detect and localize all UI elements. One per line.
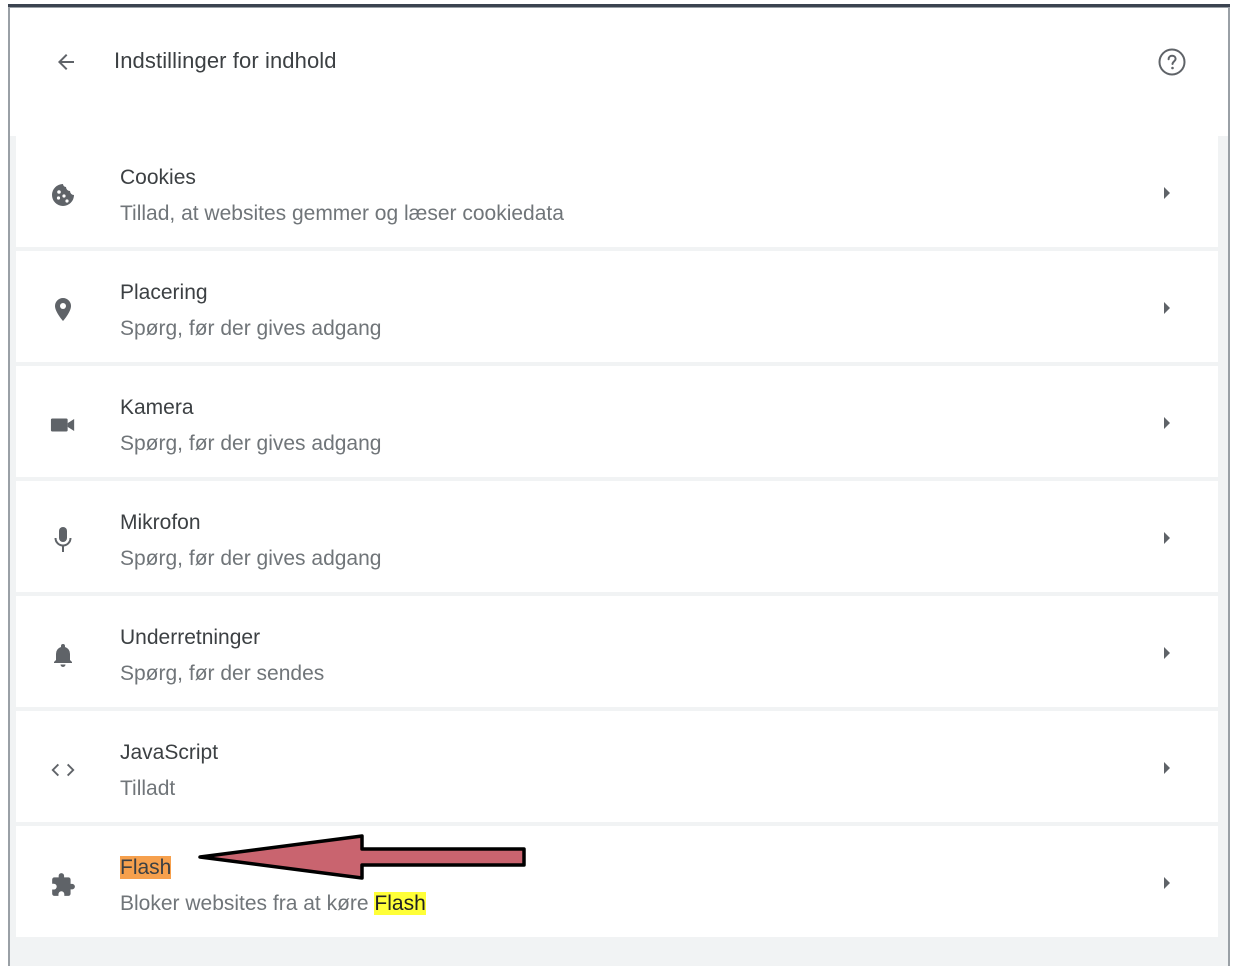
- annotation-arrow-icon: [198, 834, 526, 880]
- row-subtitle: Tilladt: [120, 777, 176, 800]
- chevron-right-icon: [1160, 531, 1174, 545]
- window-top-border: [8, 4, 1230, 7]
- chevron-right-icon: [1160, 186, 1174, 200]
- row-subtitle: Spørg, før der gives adgang: [120, 317, 382, 340]
- back-button[interactable]: [50, 46, 82, 78]
- arrow-back-icon: [58, 54, 74, 70]
- row-title: Kamera: [120, 396, 194, 419]
- puzzle-piece-icon: [50, 872, 76, 898]
- row-title: Mikrofon: [120, 511, 201, 534]
- row-subtitle: Spørg, før der gives adgang: [120, 547, 382, 570]
- help-button[interactable]: [1156, 46, 1188, 78]
- flash-title-highlight: Flash: [120, 856, 172, 879]
- row-subtitle: Spørg, før der sendes: [120, 662, 325, 685]
- microphone-icon: [50, 527, 76, 553]
- settings-row-cookies[interactable]: Cookies Tillad, at websites gemmer og læ…: [16, 136, 1218, 247]
- camera-icon: [50, 412, 76, 438]
- chevron-right-icon: [1160, 301, 1174, 315]
- settings-row-camera[interactable]: Kamera Spørg, før der gives adgang: [16, 366, 1218, 477]
- flash-subtitle-text: Bloker websites fra at køre: [120, 892, 375, 915]
- row-subtitle: Bloker websites fra at køre Flash: [120, 892, 426, 916]
- settings-row-microphone[interactable]: Mikrofon Spørg, før der gives adgang: [16, 481, 1218, 592]
- bell-icon: [50, 642, 76, 668]
- page-title: Indstillinger for indhold: [114, 48, 337, 73]
- page-header: Indstillinger for indhold: [10, 8, 1228, 136]
- settings-row-notifications[interactable]: Underretninger Spørg, før der sendes: [16, 596, 1218, 707]
- row-title: Placering: [120, 281, 208, 304]
- row-title: Underretninger: [120, 626, 261, 649]
- chevron-right-icon: [1160, 646, 1174, 660]
- settings-row-location[interactable]: Placering Spørg, før der gives adgang: [16, 251, 1218, 362]
- row-title: Cookies: [120, 166, 196, 189]
- code-brackets-icon: [50, 757, 76, 783]
- cookie-icon: [50, 182, 76, 208]
- flash-subtitle-highlight: Flash: [374, 892, 426, 915]
- row-title: JavaScript: [120, 741, 219, 764]
- chevron-right-icon: [1160, 876, 1174, 890]
- settings-row-javascript[interactable]: JavaScript Tilladt: [16, 711, 1218, 822]
- chevron-right-icon: [1160, 416, 1174, 430]
- help-icon: [1158, 48, 1186, 76]
- row-subtitle: Tillad, at websites gemmer og læser cook…: [120, 202, 564, 225]
- row-title: Flash: [120, 856, 172, 880]
- row-subtitle: Spørg, før der gives adgang: [120, 432, 382, 455]
- chevron-right-icon: [1160, 761, 1174, 775]
- location-pin-icon: [50, 297, 76, 323]
- content-settings-list: Cookies Tillad, at websites gemmer og læ…: [16, 136, 1218, 941]
